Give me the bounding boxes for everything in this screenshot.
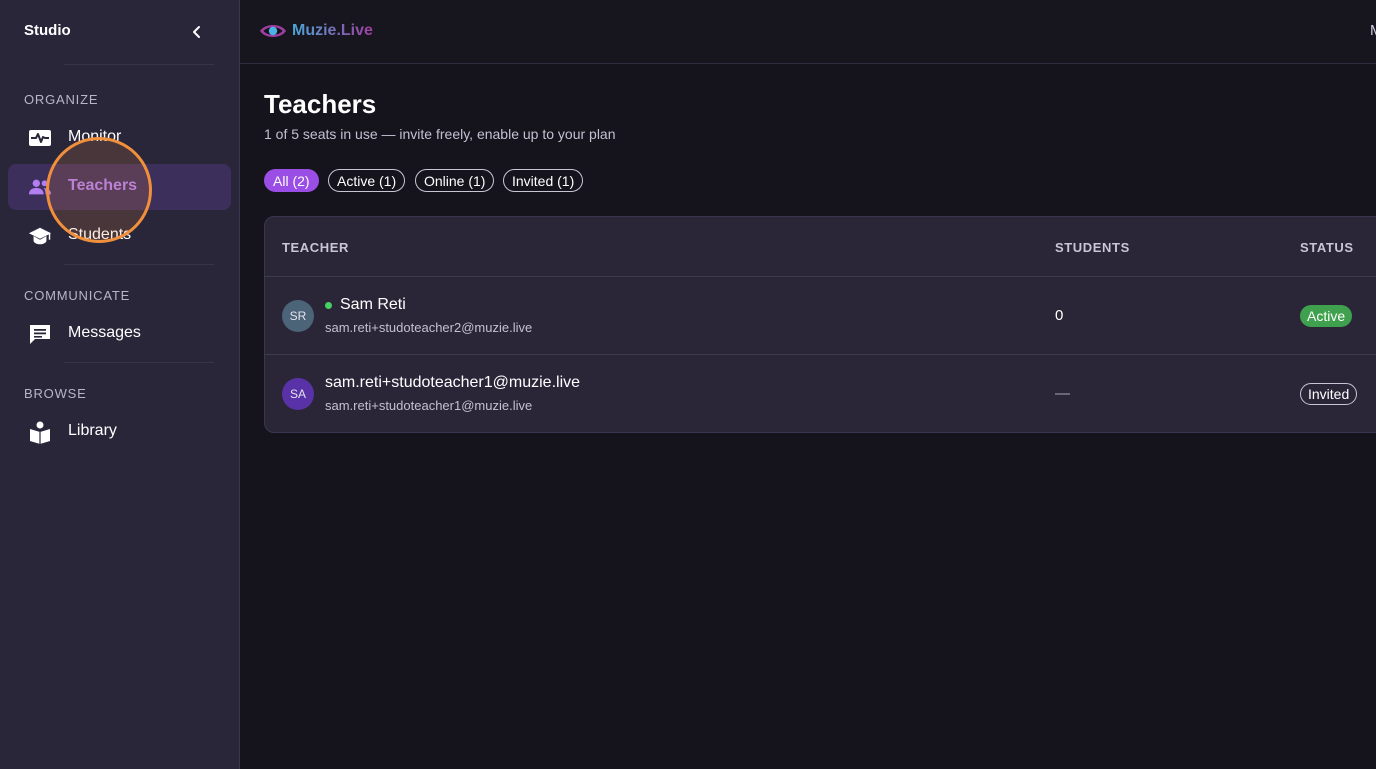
- online-status-dot: [325, 301, 332, 309]
- sidebar-divider: [64, 64, 214, 65]
- teacher-name-text: sam.reti+studoteacher1@muzie.live: [325, 374, 581, 391]
- muzie-logo[interactable]: Muzie.Live: [258, 18, 373, 44]
- avatar: SA: [282, 378, 314, 410]
- section-label-organize: ORGANIZE: [24, 92, 99, 107]
- graduation-cap-icon: [28, 224, 52, 248]
- page-title: Teachers: [264, 89, 377, 119]
- filter-chip-all[interactable]: All (2): [264, 169, 319, 192]
- status-badge: Active: [1300, 305, 1353, 327]
- sidebar-item-label: Library: [68, 422, 117, 439]
- teacher-name-text: Sam Reti: [340, 296, 406, 313]
- sidebar-item-label: Messages: [68, 324, 141, 341]
- sidebar-divider: [64, 362, 214, 363]
- teachers-table: TEACHER STUDENTS STATUS SR Sam Reti sam.…: [264, 216, 1376, 433]
- avatar: SR: [282, 300, 314, 332]
- eye-logo-icon: [260, 25, 286, 37]
- teacher-name: Sam Reti: [325, 296, 406, 314]
- chevron-left-icon: [193, 26, 200, 38]
- book-reader-icon: [28, 420, 52, 444]
- sidebar-item-messages[interactable]: Messages: [8, 311, 231, 357]
- column-header-students[interactable]: STUDENTS: [1055, 240, 1130, 255]
- sidebar-item-library[interactable]: Library: [8, 409, 231, 455]
- topbar: Muzie.Live M: [240, 0, 1376, 64]
- table-header: TEACHER STUDENTS STATUS: [265, 217, 1376, 277]
- sidebar-item-monitor[interactable]: Monitor: [8, 115, 231, 161]
- sidebar: Studio ORGANIZE Monitor Teachers Student…: [0, 0, 240, 769]
- logo-text: Muzie.Live: [292, 22, 373, 39]
- teacher-email: sam.reti+studoteacher1@muzie.live: [325, 398, 533, 413]
- sidebar-item-label: Students: [68, 226, 132, 243]
- filter-chip-active[interactable]: Active (1): [328, 169, 406, 192]
- topbar-menu-text[interactable]: M: [1370, 22, 1376, 39]
- student-count: 0: [1055, 307, 1064, 324]
- sidebar-item-teachers[interactable]: Teachers: [8, 164, 231, 210]
- teacher-email: sam.reti+studoteacher2@muzie.live: [325, 320, 533, 335]
- collapse-sidebar-button[interactable]: [184, 20, 210, 44]
- table-row[interactable]: SR Sam Reti sam.reti+studoteacher2@muzie…: [265, 277, 1376, 355]
- student-count: —: [1055, 385, 1070, 402]
- page-subtitle: 1 of 5 seats in use — invite freely, ena…: [264, 126, 616, 142]
- monitor-heart-icon: [28, 126, 52, 150]
- column-header-status[interactable]: STATUS: [1300, 240, 1354, 255]
- sidebar-title: Studio: [24, 22, 71, 39]
- section-label-communicate: COMMUNICATE: [24, 288, 131, 303]
- status-badge: Invited: [1300, 383, 1358, 405]
- people-icon: [28, 175, 52, 199]
- sidebar-header: Studio: [0, 0, 239, 64]
- table-row[interactable]: SA sam.reti+studoteacher1@muzie.live sam…: [265, 355, 1376, 432]
- chat-icon: [28, 322, 52, 346]
- app-window: Studio ORGANIZE Monitor Teachers Student…: [0, 0, 1376, 769]
- section-label-browse: BROWSE: [24, 386, 87, 401]
- column-header-teacher[interactable]: TEACHER: [282, 240, 349, 255]
- sidebar-item-students[interactable]: Students: [8, 213, 231, 259]
- sidebar-item-label: Teachers: [68, 177, 138, 194]
- teacher-name: sam.reti+studoteacher1@muzie.live: [325, 374, 580, 392]
- sidebar-item-label: Monitor: [68, 128, 122, 145]
- filter-chip-online[interactable]: Online (1): [415, 169, 495, 192]
- sidebar-divider: [64, 264, 214, 265]
- filter-chip-invited[interactable]: Invited (1): [503, 169, 584, 192]
